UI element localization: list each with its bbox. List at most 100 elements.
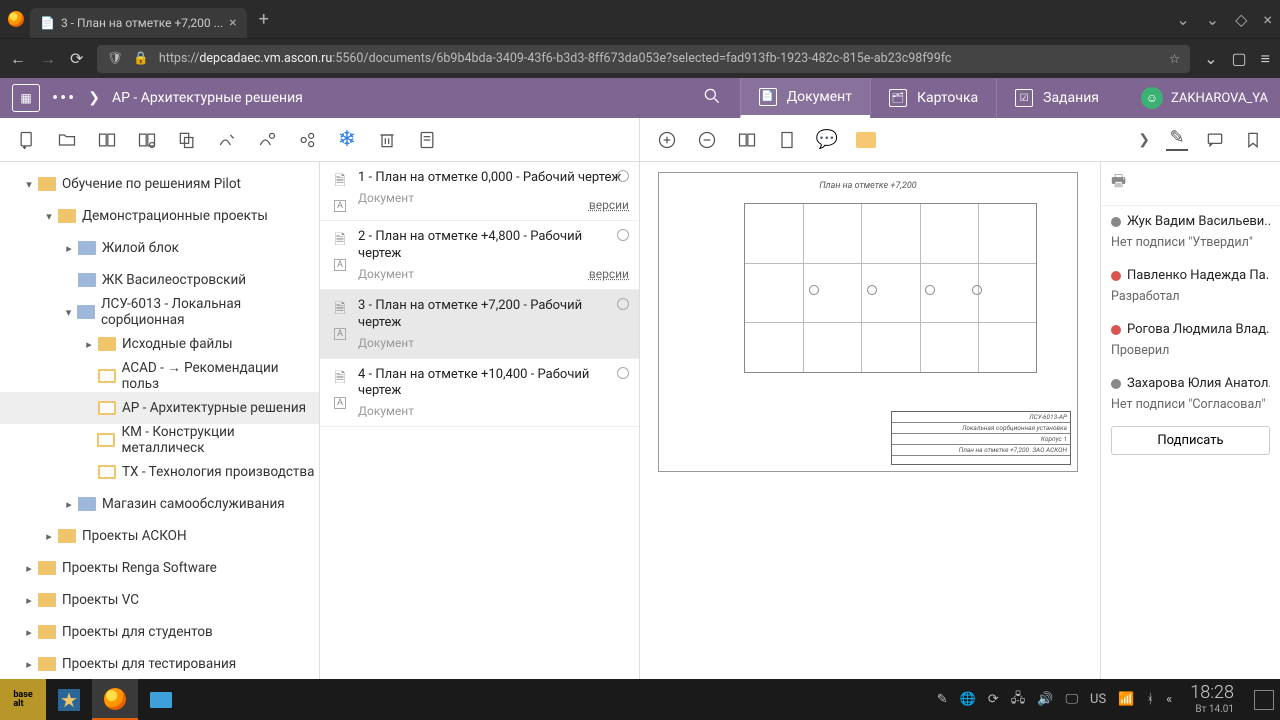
doc-list-item[interactable]: 🗎A2 - План на отметке +4,800 - Рабочий ч… [320, 221, 639, 290]
tray-globe-icon[interactable]: 🌐 [960, 692, 976, 707]
tree-twisty-icon[interactable]: ▸ [20, 658, 38, 671]
zoom-in-icon[interactable] [656, 129, 678, 151]
tab-close-icon[interactable]: × [229, 15, 236, 31]
panel-collapse-icon[interactable]: ❯ [1138, 132, 1150, 148]
tree-twisty-icon[interactable]: ▸ [40, 530, 58, 543]
app-logo-icon[interactable]: ▦ [12, 84, 40, 112]
versions-link[interactable]: версии [589, 267, 629, 281]
view-tab-1[interactable]: 🗂Карточка [870, 78, 996, 118]
breadcrumb-current[interactable]: АР - Архитектурные решения [112, 90, 303, 106]
versions-link[interactable]: версии [589, 198, 629, 212]
copy-icon[interactable] [176, 129, 198, 151]
new-doc-icon[interactable] [16, 129, 38, 151]
signature-entry[interactable]: Захарова Юлия Анатол...Нет подписи "Согл… [1101, 368, 1280, 422]
zoom-out-icon[interactable] [696, 129, 718, 151]
tree-twisty-icon[interactable]: ▸ [20, 562, 38, 575]
taskbar-app-files[interactable] [138, 679, 184, 720]
tree-item[interactable]: ▸Проекты Renga Software [0, 552, 319, 584]
tree-item[interactable]: ЖК Василеостровский [0, 264, 319, 296]
nav-back-icon[interactable]: ← [10, 49, 26, 69]
bookmark-icon[interactable] [1242, 129, 1264, 151]
tree-twisty-icon[interactable]: ▸ [60, 242, 78, 255]
bookmark-star-icon[interactable]: ☆ [1169, 51, 1180, 67]
tray-expand-icon[interactable]: « [1166, 692, 1172, 707]
view-tab-0[interactable]: 📄Документ [740, 78, 870, 118]
nav-forward-icon[interactable]: → [40, 49, 56, 69]
note-icon[interactable] [856, 132, 876, 148]
delete-icon[interactable] [376, 129, 398, 151]
tray-pen-icon[interactable]: ✎ [937, 692, 948, 707]
window-maximize-icon[interactable]: ◇ [1235, 10, 1247, 29]
document-list[interactable]: 🗎A1 - План на отметке 0,000 - Рабочий че… [320, 162, 640, 679]
print-icon[interactable]: 🖶 [1101, 162, 1280, 206]
tree-item[interactable]: ТХ - Технология производства [0, 456, 319, 488]
tree-item[interactable]: ▸Проекты для тестирования [0, 648, 319, 679]
new-tab-button[interactable]: + [259, 9, 269, 30]
book-add-icon[interactable] [136, 129, 158, 151]
tree-twisty-icon[interactable]: ▸ [20, 626, 38, 639]
tree-twisty-icon[interactable]: ▾ [60, 306, 77, 319]
tree-twisty-icon[interactable]: ▾ [40, 210, 58, 223]
tree-item[interactable]: ▸Проекты для студентов [0, 616, 319, 648]
tray-network-icon[interactable]: 🖧 [1011, 689, 1026, 711]
tree-item[interactable]: КМ - Конструкции металлическ [0, 424, 319, 456]
tree-item[interactable]: ▾Демонстрационные проекты [0, 200, 319, 232]
comment-icon[interactable]: 💬 [816, 129, 838, 151]
signature-entry[interactable]: Жук Вадим Васильеви...Нет подписи "Утвер… [1101, 206, 1280, 260]
window-close-icon[interactable]: × [1263, 10, 1272, 29]
tree-item[interactable]: ▸Исходные файлы [0, 328, 319, 360]
tree-twisty-icon[interactable]: ▸ [80, 338, 98, 351]
tree-twisty-icon[interactable]: ▸ [20, 594, 38, 607]
properties-icon[interactable] [416, 129, 438, 151]
spread-view-icon[interactable] [736, 129, 758, 151]
edit-icon[interactable]: ✎ [1166, 129, 1188, 151]
user-chip[interactable]: ☺ ZAKHAROVA_YA [1141, 87, 1268, 109]
sign-icon[interactable] [216, 129, 238, 151]
start-menu-button[interactable]: basealt [0, 679, 46, 720]
tree-item[interactable]: ▾Обучение по решениям Pilot [0, 168, 319, 200]
tree-item[interactable]: ▾ЛСУ-6013 - Локальная сорбционная [0, 296, 319, 328]
doc-list-item[interactable]: 🗎A1 - План на отметке 0,000 - Рабочий че… [320, 162, 639, 221]
tree-item[interactable]: ▸Проекты АСКОН [0, 520, 319, 552]
url-input[interactable]: 🛡 🔒 https://depcadaec.vm.ascon.ru:5560/d… [97, 45, 1190, 73]
tree-twisty-icon[interactable]: ▸ [60, 498, 78, 511]
share-icon[interactable] [296, 129, 318, 151]
tree-item[interactable]: ▸Магазин самообслуживания [0, 488, 319, 520]
show-desktop-button[interactable] [1254, 690, 1274, 710]
tray-refresh-icon[interactable]: ⟳ [988, 692, 999, 707]
tray-display-icon[interactable]: 🖵 [1065, 692, 1078, 707]
tabs-dropdown-icon[interactable]: ⌄ [1176, 10, 1189, 29]
page-view-icon[interactable] [776, 129, 798, 151]
tray-bluetooth-icon[interactable]: ᚼ [1146, 692, 1154, 707]
sign-add-icon[interactable] [256, 129, 278, 151]
window-minimize-icon[interactable]: ⌄ [1206, 10, 1219, 29]
project-tree[interactable]: ▾Обучение по решениям Pilot▾Демонстрацио… [0, 162, 320, 679]
tray-volume-icon[interactable]: 🔊 [1037, 692, 1053, 707]
freeze-icon[interactable]: ❄ [336, 129, 358, 151]
browser-tab[interactable]: 📄 3 - План на отметке +7,200 ... × [30, 8, 247, 38]
doc-list-item[interactable]: 🗎A4 - План на отметке +10,400 - Рабочий … [320, 359, 639, 428]
view-tab-2[interactable]: ☑Задания [996, 78, 1117, 118]
signature-entry[interactable]: Павленко Надежда Па...Разработал [1101, 260, 1280, 314]
doc-list-item[interactable]: 🗎A3 - План на отметке +7,200 - Рабочий ч… [320, 290, 639, 359]
nav-reload-icon[interactable]: ⟳ [70, 49, 83, 68]
book-open-icon[interactable] [96, 129, 118, 151]
taskbar-app-firefox[interactable] [92, 679, 138, 720]
document-viewer[interactable]: План на отметке +7,200 ЛСУ-6013-АР Локал… [640, 162, 1100, 679]
tray-wifi-icon[interactable]: 📶 [1118, 692, 1134, 707]
tree-twisty-icon[interactable]: ▾ [20, 178, 38, 191]
more-menu-icon[interactable]: ••• [52, 88, 76, 109]
tree-item[interactable]: ▸Проекты VC [0, 584, 319, 616]
chat-icon[interactable] [1204, 129, 1226, 151]
tree-item[interactable]: ▸Жилой блок [0, 232, 319, 264]
tray-clock[interactable]: 18:28 Вт 14.01 [1190, 683, 1234, 715]
tree-item[interactable]: ACAD - → Рекомендации польз [0, 360, 319, 392]
hamburger-menu-icon[interactable]: ≡ [1261, 49, 1270, 69]
extension-icon[interactable]: ▢ [1232, 49, 1247, 68]
signature-entry[interactable]: Рогова Людмила Влад...Проверил [1101, 314, 1280, 368]
taskbar-app-star[interactable]: ★ [46, 679, 92, 720]
tray-lang[interactable]: US [1090, 692, 1106, 707]
new-folder-icon[interactable] [56, 129, 78, 151]
tree-item[interactable]: АР - Архитектурные решения [0, 392, 319, 424]
sign-button[interactable]: Подписать [1111, 426, 1270, 455]
